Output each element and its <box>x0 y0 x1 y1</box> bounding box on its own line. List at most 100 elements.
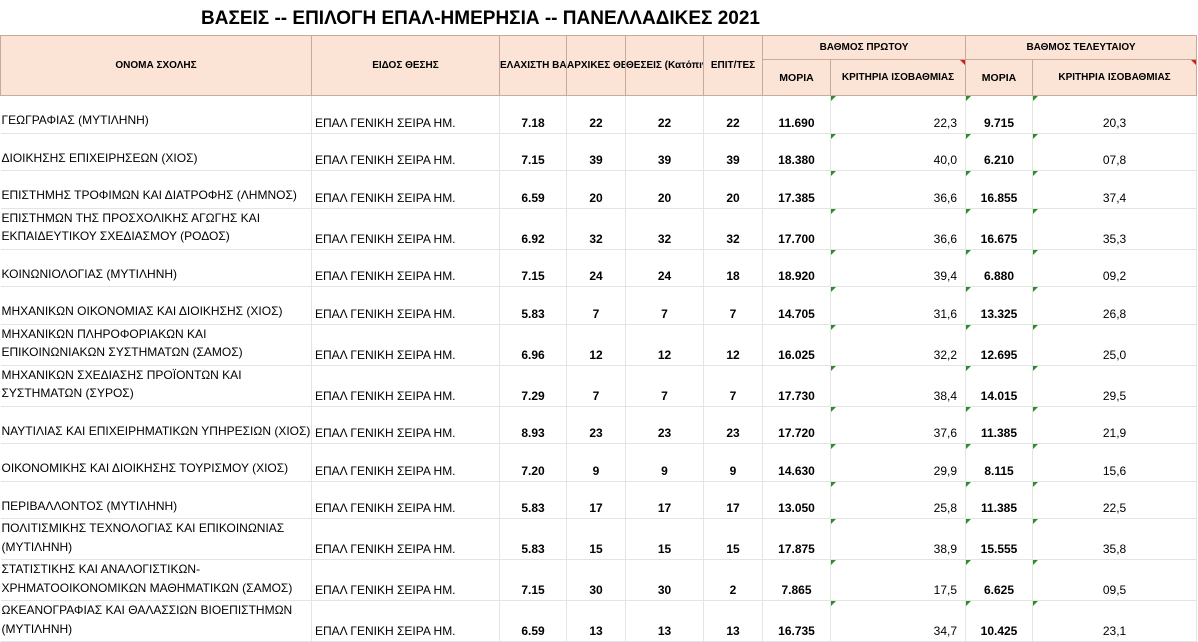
cell-first-criteria[interactable]: 36,6 <box>830 208 967 250</box>
cell-places[interactable]: 24 <box>625 249 704 287</box>
cell-first-points[interactable]: 18.380 <box>762 133 831 171</box>
cell-last-points[interactable]: 14.015 <box>965 365 1034 407</box>
cell-admitted[interactable]: 17 <box>703 481 763 519</box>
cell-last-criteria[interactable]: 37,4 <box>1032 170 1198 209</box>
cell-admitted[interactable]: 39 <box>703 133 763 171</box>
cell-first-criteria[interactable]: 38,9 <box>830 518 967 560</box>
cell-initial-places[interactable]: 20 <box>566 170 626 209</box>
cell-min-base[interactable]: 6.59 <box>499 600 567 642</box>
cell-admitted[interactable]: 32 <box>703 208 763 250</box>
cell-places[interactable]: 7 <box>625 365 704 407</box>
cell-min-base[interactable]: 7.18 <box>499 95 567 134</box>
cell-place-type[interactable]: ΕΠΑΛ ΓΕΝΙΚΗ ΣΕΙΡΑ ΗΜ. <box>311 286 500 325</box>
cell-school-name[interactable]: ΜΗΧΑΝΙΚΩΝ ΟΙΚΟΝΟΜΙΑΣ ΚΑΙ ΔΙΟΙΚΗΣΗΣ (ΧΙΟΣ… <box>0 286 312 325</box>
cell-last-criteria[interactable]: 35,8 <box>1032 518 1198 560</box>
cell-school-name[interactable]: ΕΠΙΣΤΗΜΗΣ ΤΡΟΦΙΜΩΝ ΚΑΙ ΔΙΑΤΡΟΦΗΣ (ΛΗΜΝΟΣ… <box>0 170 312 209</box>
cell-last-criteria[interactable]: 15,6 <box>1032 443 1198 482</box>
cell-places[interactable]: 23 <box>625 406 704 444</box>
cell-places[interactable]: 30 <box>625 559 704 601</box>
cell-school-name[interactable]: ΜΗΧΑΝΙΚΩΝ ΠΛΗΡΟΦΟΡΙΑΚΩΝ ΚΑΙ ΕΠΙΚΟΙΝΩΝΙΑΚ… <box>0 324 312 366</box>
cell-place-type[interactable]: ΕΠΑΛ ΓΕΝΙΚΗ ΣΕΙΡΑ ΗΜ. <box>311 406 500 444</box>
cell-place-type[interactable]: ΕΠΑΛ ΓΕΝΙΚΗ ΣΕΙΡΑ ΗΜ. <box>311 95 500 134</box>
cell-first-points[interactable]: 7.865 <box>762 559 831 601</box>
header-name[interactable]: ΟΝΟΜΑ ΣΧΟΛΗΣ <box>0 35 312 96</box>
cell-school-name[interactable]: ΟΙΚΟΝΟΜΙΚΗΣ ΚΑΙ ΔΙΟΙΚΗΣΗΣ ΤΟΥΡΙΣΜΟΥ (ΧΙΟ… <box>0 443 312 482</box>
cell-initial-places[interactable]: 23 <box>566 406 626 444</box>
cell-min-base[interactable]: 5.83 <box>499 286 567 325</box>
cell-first-points[interactable]: 17.720 <box>762 406 831 444</box>
cell-school-name[interactable]: ΝΑΥΤΙΛΙΑΣ ΚΑΙ ΕΠΙΧΕΙΡΗΜΑΤΙΚΩΝ ΥΠΗΡΕΣΙΩΝ … <box>0 406 312 444</box>
cell-places[interactable]: 39 <box>625 133 704 171</box>
cell-admitted[interactable]: 7 <box>703 365 763 407</box>
cell-first-criteria[interactable]: 29,9 <box>830 443 967 482</box>
cell-last-criteria[interactable]: 20,3 <box>1032 95 1198 134</box>
cell-last-points[interactable]: 8.115 <box>965 443 1034 482</box>
cell-places[interactable]: 20 <box>625 170 704 209</box>
cell-min-base[interactable]: 5.83 <box>499 518 567 560</box>
cell-first-points[interactable]: 18.920 <box>762 249 831 287</box>
cell-initial-places[interactable]: 24 <box>566 249 626 287</box>
cell-min-base[interactable]: 7.15 <box>499 133 567 171</box>
cell-place-type[interactable]: ΕΠΑΛ ΓΕΝΙΚΗ ΣΕΙΡΑ ΗΜ. <box>311 559 500 601</box>
cell-first-criteria[interactable]: 37,6 <box>830 406 967 444</box>
cell-first-points[interactable]: 16.735 <box>762 600 831 642</box>
cell-place-type[interactable]: ΕΠΑΛ ΓΕΝΙΚΗ ΣΕΙΡΑ ΗΜ. <box>311 481 500 519</box>
cell-first-criteria[interactable]: 38,4 <box>830 365 967 407</box>
cell-places[interactable]: 32 <box>625 208 704 250</box>
cell-places[interactable]: 9 <box>625 443 704 482</box>
cell-admitted[interactable]: 22 <box>703 95 763 134</box>
cell-school-name[interactable]: ΚΟΙΝΩΝΙΟΛΟΓΙΑΣ (ΜΥΤΙΛΗΝΗ) <box>0 249 312 287</box>
cell-admitted[interactable]: 2 <box>703 559 763 601</box>
cell-first-criteria[interactable]: 36,6 <box>830 170 967 209</box>
cell-initial-places[interactable]: 22 <box>566 95 626 134</box>
cell-place-type[interactable]: ΕΠΑΛ ΓΕΝΙΚΗ ΣΕΙΡΑ ΗΜ. <box>311 600 500 642</box>
cell-last-points[interactable]: 11.385 <box>965 406 1034 444</box>
cell-first-criteria[interactable]: 34,7 <box>830 600 967 642</box>
cell-min-base[interactable]: 7.15 <box>499 559 567 601</box>
cell-min-base[interactable]: 5.83 <box>499 481 567 519</box>
cell-place-type[interactable]: ΕΠΑΛ ΓΕΝΙΚΗ ΣΕΙΡΑ ΗΜ. <box>311 249 500 287</box>
cell-places[interactable]: 22 <box>625 95 704 134</box>
cell-place-type[interactable]: ΕΠΑΛ ΓΕΝΙΚΗ ΣΕΙΡΑ ΗΜ. <box>311 208 500 250</box>
cell-first-points[interactable]: 13.050 <box>762 481 831 519</box>
cell-last-points[interactable]: 10.425 <box>965 600 1034 642</box>
cell-admitted[interactable]: 18 <box>703 249 763 287</box>
cell-last-criteria[interactable]: 09,5 <box>1032 559 1198 601</box>
cell-last-points[interactable]: 6.625 <box>965 559 1034 601</box>
cell-first-criteria[interactable]: 31,6 <box>830 286 967 325</box>
cell-last-points[interactable]: 13.325 <box>965 286 1034 325</box>
cell-first-points[interactable]: 17.700 <box>762 208 831 250</box>
cell-last-points[interactable]: 15.555 <box>965 518 1034 560</box>
cell-last-points[interactable]: 6.210 <box>965 133 1034 171</box>
cell-place-type[interactable]: ΕΠΑΛ ΓΕΝΙΚΗ ΣΕΙΡΑ ΗΜ. <box>311 518 500 560</box>
cell-min-base[interactable]: 7.29 <box>499 365 567 407</box>
cell-last-criteria[interactable]: 23,1 <box>1032 600 1198 642</box>
cell-initial-places[interactable]: 39 <box>566 133 626 171</box>
cell-last-points[interactable]: 16.855 <box>965 170 1034 209</box>
cell-first-points[interactable]: 17.385 <box>762 170 831 209</box>
cell-admitted[interactable]: 9 <box>703 443 763 482</box>
cell-last-criteria[interactable]: 25,0 <box>1032 324 1198 366</box>
header-places[interactable]: ΘΕΣΕΙΣ (Κατόπιν Μεταφοράς) <box>625 35 704 96</box>
cell-min-base[interactable]: 6.92 <box>499 208 567 250</box>
cell-first-points[interactable]: 17.730 <box>762 365 831 407</box>
header-admitted[interactable]: ΕΠΙΤ/ΤΕΣ <box>703 35 763 96</box>
cell-places[interactable]: 15 <box>625 518 704 560</box>
cell-place-type[interactable]: ΕΠΑΛ ΓΕΝΙΚΗ ΣΕΙΡΑ ΗΜ. <box>311 443 500 482</box>
cell-admitted[interactable]: 20 <box>703 170 763 209</box>
cell-places[interactable]: 7 <box>625 286 704 325</box>
cell-first-points[interactable]: 14.630 <box>762 443 831 482</box>
header-last-points[interactable]: ΜΟΡΙΑ <box>965 59 1034 96</box>
cell-first-criteria[interactable]: 32,2 <box>830 324 967 366</box>
cell-school-name[interactable]: ΠΟΛΙΤΙΣΜΙΚΗΣ ΤΕΧΝΟΛΟΓΙΑΣ ΚΑΙ ΕΠΙΚΟΙΝΩΝΙΑ… <box>0 518 312 560</box>
cell-place-type[interactable]: ΕΠΑΛ ΓΕΝΙΚΗ ΣΕΙΡΑ ΗΜ. <box>311 170 500 209</box>
cell-first-points[interactable]: 16.025 <box>762 324 831 366</box>
cell-admitted[interactable]: 12 <box>703 324 763 366</box>
cell-first-points[interactable]: 11.690 <box>762 95 831 134</box>
cell-school-name[interactable]: ΩΚΕΑΝΟΓΡΑΦΙΑΣ ΚΑΙ ΘΑΛΑΣΣΙΩΝ ΒΙΟΕΠΙΣΤΗΜΩΝ… <box>0 600 312 642</box>
cell-initial-places[interactable]: 7 <box>566 286 626 325</box>
cell-last-criteria[interactable]: 09,2 <box>1032 249 1198 287</box>
header-first-group[interactable]: ΒΑΘΜΟΣ ΠΡΩΤΟΥ <box>761 35 967 60</box>
header-first-criteria[interactable]: ΚΡΙΤΗΡΙΑ ΙΣΟΒΑΘΜΙΑΣ <box>829 59 967 96</box>
cell-initial-places[interactable]: 12 <box>566 324 626 366</box>
